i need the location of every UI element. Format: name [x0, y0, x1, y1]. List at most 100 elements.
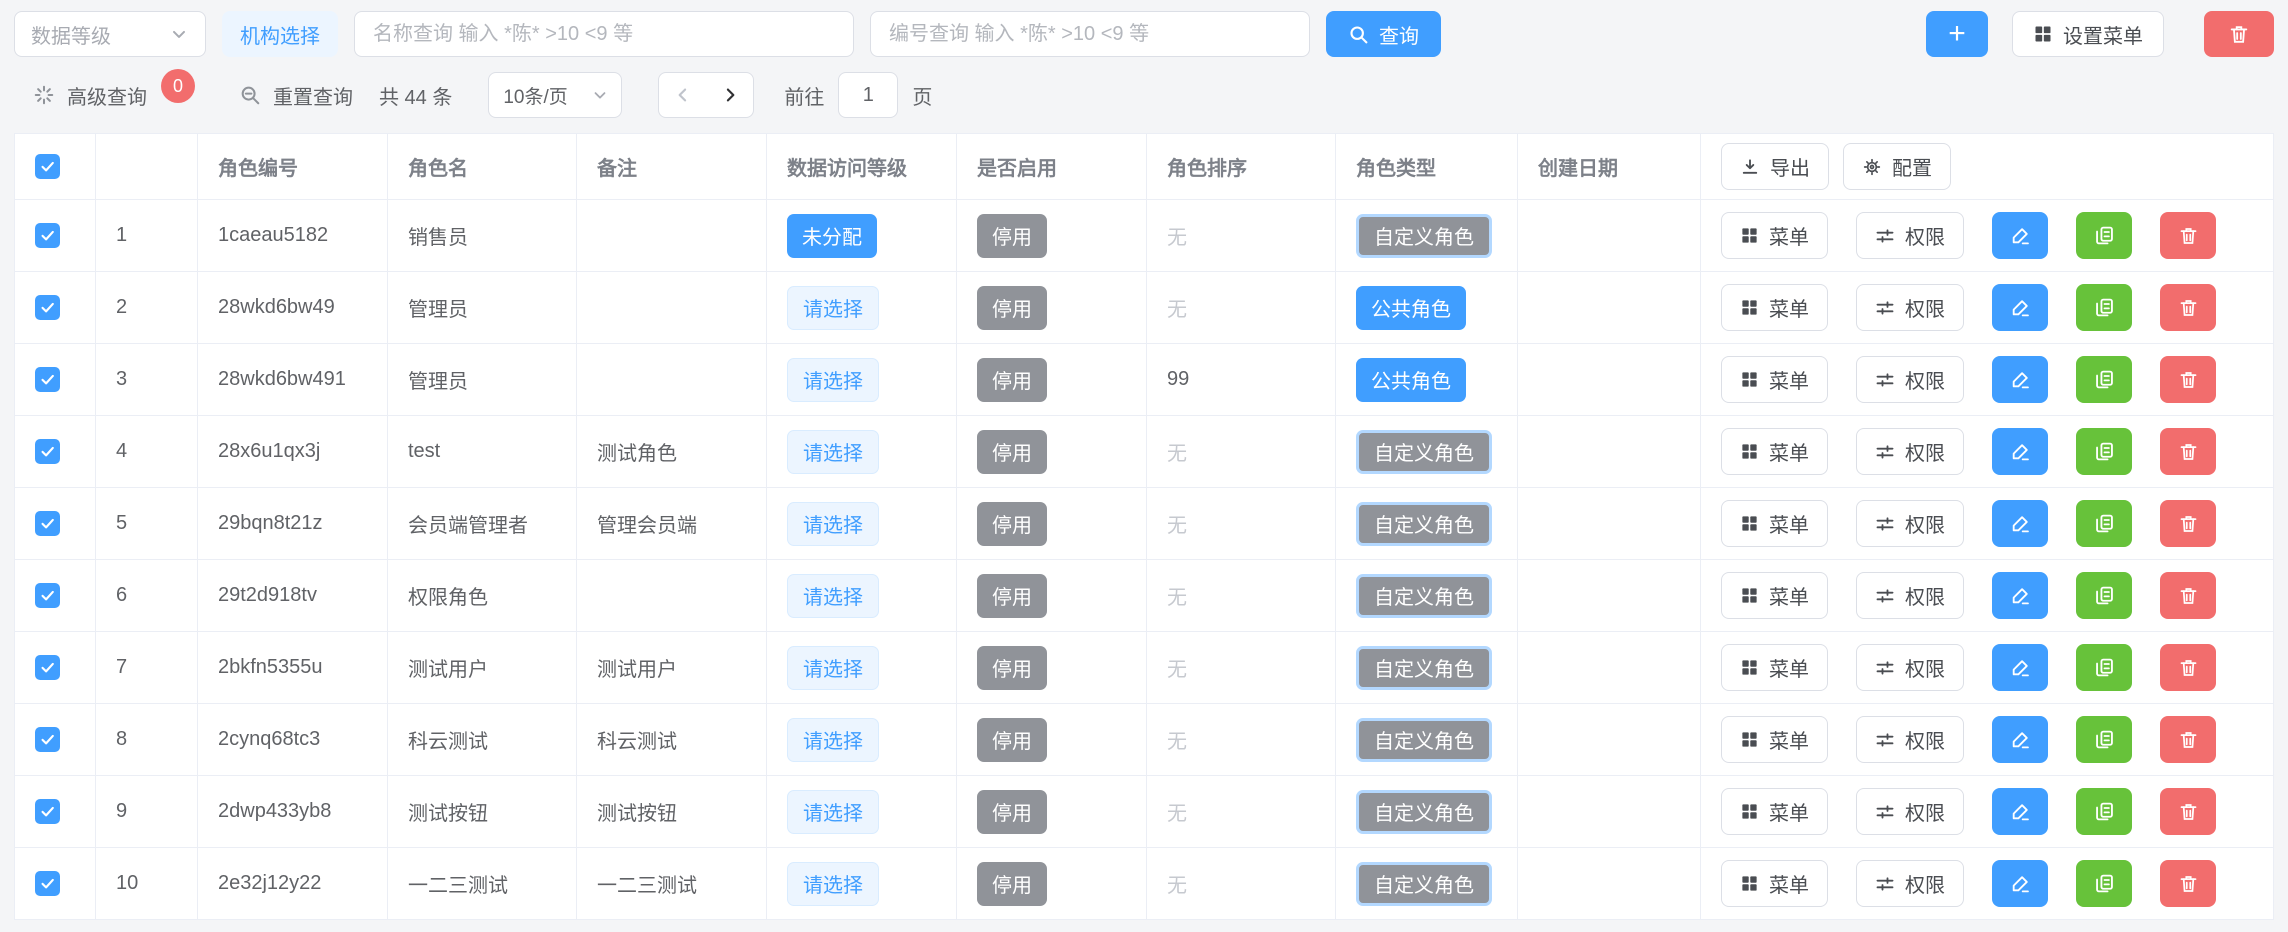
edit-button[interactable] — [1992, 788, 2048, 835]
advanced-query-button[interactable]: 高级查询 0 — [33, 81, 195, 110]
row-menu-button[interactable]: 菜单 — [1721, 500, 1828, 547]
data-level-select[interactable]: 数据等级 — [14, 11, 206, 57]
row-permission-button[interactable]: 权限 — [1856, 788, 1964, 835]
query-toolbar: 高级查询 0 重置查询 共 44 条 10条/页 前往 页 — [14, 72, 2274, 118]
row-menu-button[interactable]: 菜单 — [1721, 716, 1828, 763]
delete-button[interactable] — [2160, 428, 2216, 475]
row-menu-button[interactable]: 菜单 — [1721, 428, 1828, 475]
enabled-toggle-button[interactable]: 停用 — [977, 574, 1047, 618]
row-menu-button[interactable]: 菜单 — [1721, 572, 1828, 619]
row-permission-button[interactable]: 权限 — [1856, 500, 1964, 547]
copy-button[interactable] — [2076, 788, 2132, 835]
row-checkbox[interactable] — [35, 223, 60, 248]
row-checkbox[interactable] — [35, 655, 60, 680]
access-level-button[interactable]: 请选择 — [787, 286, 879, 330]
row-menu-button[interactable]: 菜单 — [1721, 644, 1828, 691]
row-permission-button[interactable]: 权限 — [1856, 644, 1964, 691]
row-permission-button[interactable]: 权限 — [1856, 860, 1964, 907]
delete-button[interactable] — [2160, 212, 2216, 259]
access-level-button[interactable]: 请选择 — [787, 358, 879, 402]
row-menu-button[interactable]: 菜单 — [1721, 212, 1828, 259]
row-checkbox[interactable] — [35, 367, 60, 392]
access-level-button[interactable]: 请选择 — [787, 790, 879, 834]
row-menu-button[interactable]: 菜单 — [1721, 860, 1828, 907]
row-checkbox[interactable] — [35, 799, 60, 824]
export-button[interactable]: 导出 — [1721, 143, 1829, 190]
copy-button[interactable] — [2076, 356, 2132, 403]
goto-page-input[interactable] — [838, 72, 898, 118]
copy-button[interactable] — [2076, 644, 2132, 691]
enabled-toggle-button[interactable]: 停用 — [977, 502, 1047, 546]
delete-button[interactable] — [2160, 500, 2216, 547]
delete-button[interactable] — [2160, 572, 2216, 619]
copy-button[interactable] — [2076, 284, 2132, 331]
copy-button[interactable] — [2076, 500, 2132, 547]
row-permission-button[interactable]: 权限 — [1856, 716, 1964, 763]
edit-button[interactable] — [1992, 572, 2048, 619]
name-search-input[interactable] — [354, 11, 854, 57]
edit-button[interactable] — [1992, 428, 2048, 475]
enabled-toggle-button[interactable]: 停用 — [977, 358, 1047, 402]
row-permission-label: 权限 — [1905, 797, 1945, 826]
code-search-input[interactable] — [870, 11, 1310, 57]
row-checkbox[interactable] — [35, 439, 60, 464]
next-page-button[interactable] — [720, 85, 740, 105]
row-menu-button[interactable]: 菜单 — [1721, 284, 1828, 331]
row-checkbox[interactable] — [35, 583, 60, 608]
row-checkbox[interactable] — [35, 871, 60, 896]
delete-button[interactable] — [2160, 788, 2216, 835]
enabled-toggle-button[interactable]: 停用 — [977, 430, 1047, 474]
delete-button[interactable] — [2160, 716, 2216, 763]
row-permission-button[interactable]: 权限 — [1856, 284, 1964, 331]
row-menu-button[interactable]: 菜单 — [1721, 788, 1828, 835]
row-menu-button[interactable]: 菜单 — [1721, 356, 1828, 403]
row-checkbox[interactable] — [35, 511, 60, 536]
row-permission-button[interactable]: 权限 — [1856, 572, 1964, 619]
edit-button[interactable] — [1992, 284, 2048, 331]
query-button[interactable]: 查询 — [1326, 11, 1441, 57]
batch-delete-button[interactable] — [2204, 11, 2274, 57]
access-level-button[interactable]: 请选择 — [787, 646, 879, 690]
access-level-button[interactable]: 请选择 — [787, 862, 879, 906]
copy-button[interactable] — [2076, 212, 2132, 259]
org-select-button[interactable]: 机构选择 — [222, 11, 338, 57]
menu-setup-button[interactable]: 设置菜单 — [2012, 11, 2164, 57]
select-all-checkbox[interactable] — [35, 154, 60, 179]
config-button[interactable]: 配置 — [1843, 143, 1951, 190]
add-button[interactable]: + — [1926, 11, 1988, 57]
prev-page-button[interactable] — [673, 85, 693, 105]
edit-button[interactable] — [1992, 644, 2048, 691]
enabled-toggle-button[interactable]: 停用 — [977, 790, 1047, 834]
row-checkbox[interactable] — [35, 295, 60, 320]
copy-button[interactable] — [2076, 572, 2132, 619]
enabled-toggle-button[interactable]: 停用 — [977, 718, 1047, 762]
access-level-button[interactable]: 请选择 — [787, 718, 879, 762]
enabled-toggle-button[interactable]: 停用 — [977, 214, 1047, 258]
copy-button[interactable] — [2076, 860, 2132, 907]
edit-button[interactable] — [1992, 716, 2048, 763]
row-checkbox[interactable] — [35, 727, 60, 752]
edit-button[interactable] — [1992, 500, 2048, 547]
delete-button[interactable] — [2160, 356, 2216, 403]
access-level-button[interactable]: 请选择 — [787, 502, 879, 546]
page-size-select[interactable]: 10条/页 — [488, 72, 622, 118]
access-level-button[interactable]: 请选择 — [787, 574, 879, 618]
delete-button[interactable] — [2160, 644, 2216, 691]
copy-button[interactable] — [2076, 428, 2132, 475]
enabled-toggle-button[interactable]: 停用 — [977, 862, 1047, 906]
reset-query-button[interactable]: 重置查询 — [239, 81, 353, 110]
edit-button[interactable] — [1992, 860, 2048, 907]
delete-button[interactable] — [2160, 284, 2216, 331]
row-permission-button[interactable]: 权限 — [1856, 428, 1964, 475]
row-permission-button[interactable]: 权限 — [1856, 356, 1964, 403]
copy-button[interactable] — [2076, 716, 2132, 763]
grid-icon — [1740, 370, 1759, 389]
enabled-toggle-button[interactable]: 停用 — [977, 286, 1047, 330]
edit-button[interactable] — [1992, 212, 2048, 259]
row-permission-button[interactable]: 权限 — [1856, 212, 1964, 259]
access-level-button[interactable]: 未分配 — [787, 214, 877, 258]
access-level-button[interactable]: 请选择 — [787, 430, 879, 474]
edit-button[interactable] — [1992, 356, 2048, 403]
enabled-toggle-button[interactable]: 停用 — [977, 646, 1047, 690]
delete-button[interactable] — [2160, 860, 2216, 907]
